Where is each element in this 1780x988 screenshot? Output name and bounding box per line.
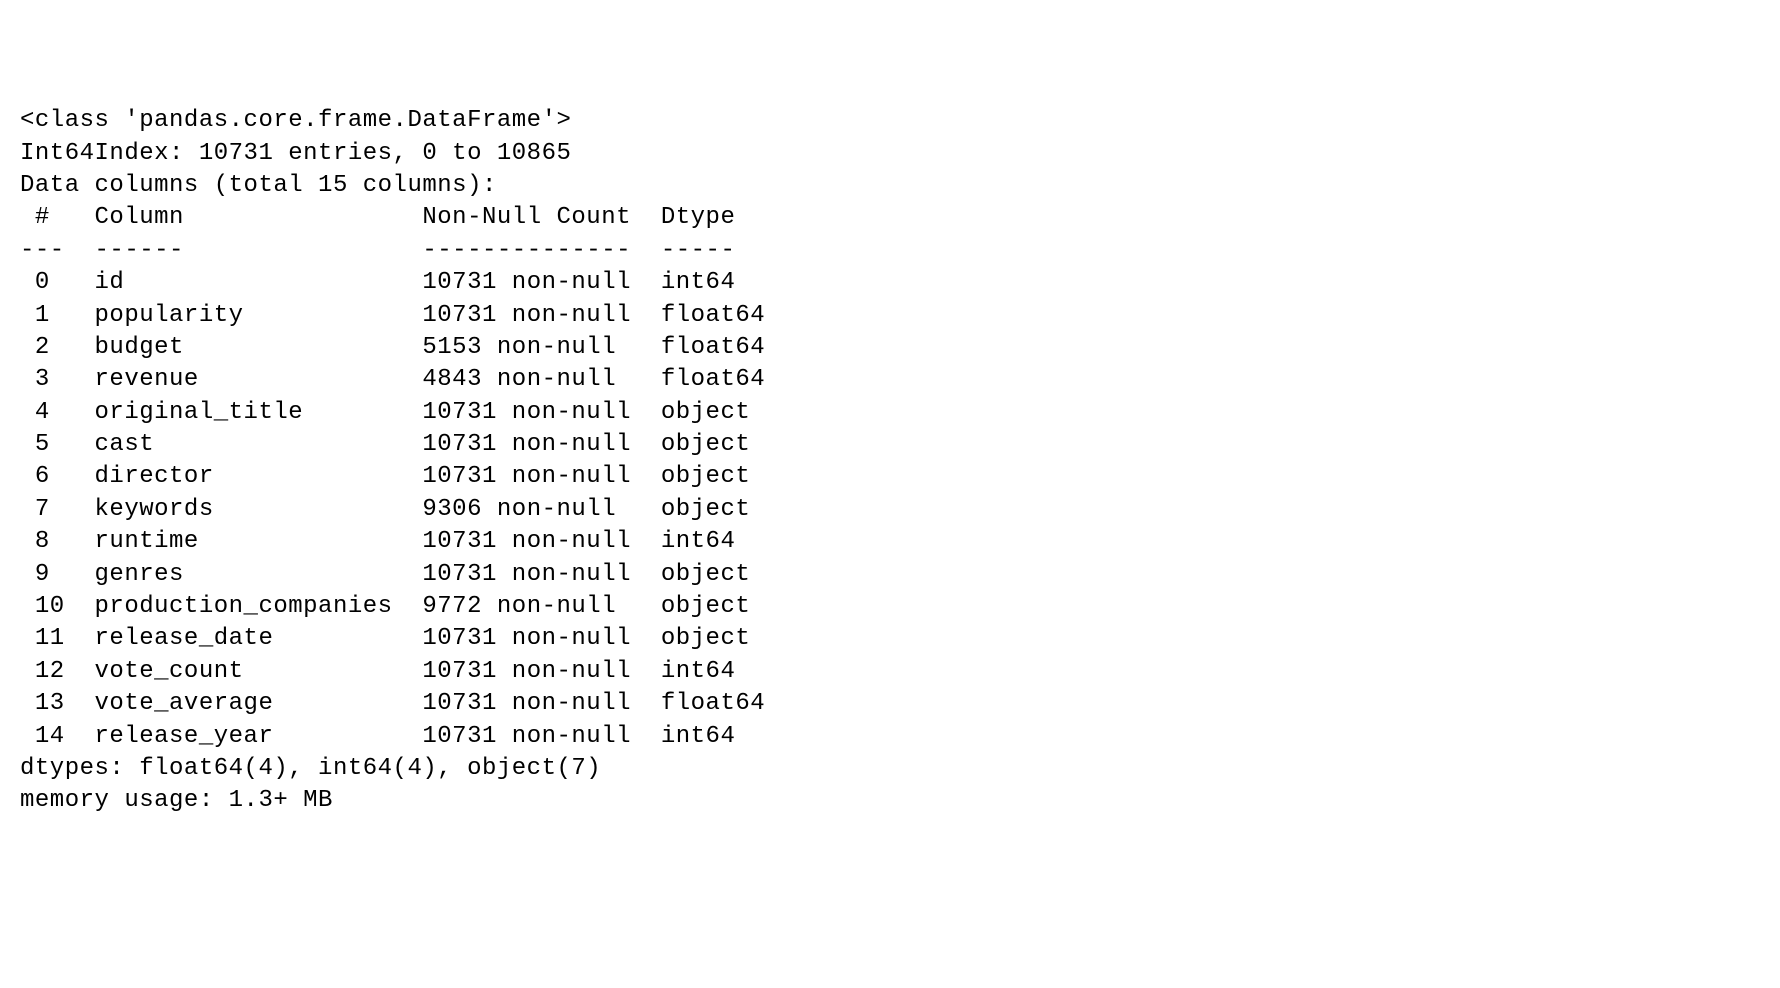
row-dtype: float64 xyxy=(661,334,765,361)
row-nonnull: 10731 non-null xyxy=(422,528,631,555)
row-nonnull: 9306 non-null xyxy=(422,496,631,523)
table-row: 14 release_year 10731 non-null int64 xyxy=(20,723,765,750)
row-dtype: object xyxy=(661,625,765,652)
row-idx: 13 xyxy=(20,690,80,717)
row-idx: 4 xyxy=(20,399,80,426)
row-column: release_date xyxy=(95,625,393,652)
divider-dtype: ----- xyxy=(661,237,765,264)
divider-nonnull: -------------- xyxy=(422,237,631,264)
row-idx: 11 xyxy=(20,625,80,652)
row-idx: 12 xyxy=(20,658,80,685)
table-row: 1 popularity 10731 non-null float64 xyxy=(20,302,765,329)
class-line: <class 'pandas.core.frame.DataFrame'> xyxy=(20,107,571,134)
row-column: release_year xyxy=(95,723,393,750)
row-nonnull: 9772 non-null xyxy=(422,593,631,620)
row-nonnull: 4843 non-null xyxy=(422,366,631,393)
row-idx: 8 xyxy=(20,528,80,555)
row-column: budget xyxy=(95,334,393,361)
table-row: 7 keywords 9306 non-null object xyxy=(20,496,765,523)
row-column: original_title xyxy=(95,399,393,426)
divider-line: --- ------ -------------- ----- xyxy=(20,237,765,264)
row-idx: 3 xyxy=(20,366,80,393)
table-row: 9 genres 10731 non-null object xyxy=(20,561,765,588)
table-row: 10 production_companies 9772 non-null ob… xyxy=(20,593,765,620)
row-dtype: float64 xyxy=(661,302,765,329)
row-column: id xyxy=(95,269,393,296)
row-column: revenue xyxy=(95,366,393,393)
row-nonnull: 10731 non-null xyxy=(422,690,631,717)
row-nonnull: 10731 non-null xyxy=(422,269,631,296)
row-idx: 7 xyxy=(20,496,80,523)
table-row: 0 id 10731 non-null int64 xyxy=(20,269,765,296)
row-dtype: object xyxy=(661,431,765,458)
row-column: runtime xyxy=(95,528,393,555)
divider-column: ------ xyxy=(95,237,393,264)
header-line: # Column Non-Null Count Dtype xyxy=(20,204,765,231)
table-row: 6 director 10731 non-null object xyxy=(20,463,765,490)
row-nonnull: 5153 non-null xyxy=(422,334,631,361)
row-idx: 0 xyxy=(20,269,80,296)
row-dtype: int64 xyxy=(661,723,765,750)
row-column: keywords xyxy=(95,496,393,523)
row-idx: 6 xyxy=(20,463,80,490)
table-row: 8 runtime 10731 non-null int64 xyxy=(20,528,765,555)
row-dtype: int64 xyxy=(661,658,765,685)
row-dtype: int64 xyxy=(661,528,765,555)
table-row: 2 budget 5153 non-null float64 xyxy=(20,334,765,361)
row-column: production_companies xyxy=(95,593,393,620)
header-column: Column xyxy=(95,204,393,231)
row-nonnull: 10731 non-null xyxy=(422,658,631,685)
header-idx: # xyxy=(20,204,80,231)
row-idx: 14 xyxy=(20,723,80,750)
header-dtype: Dtype xyxy=(661,204,765,231)
row-idx: 5 xyxy=(20,431,80,458)
dataframe-info-output: <class 'pandas.core.frame.DataFrame'> In… xyxy=(20,105,1760,818)
row-dtype: object xyxy=(661,399,765,426)
row-nonnull: 10731 non-null xyxy=(422,463,631,490)
row-nonnull: 10731 non-null xyxy=(422,399,631,426)
row-idx: 2 xyxy=(20,334,80,361)
row-nonnull: 10731 non-null xyxy=(422,561,631,588)
memory-usage-line: memory usage: 1.3+ MB xyxy=(20,787,333,814)
table-row: 12 vote_count 10731 non-null int64 xyxy=(20,658,765,685)
row-column: genres xyxy=(95,561,393,588)
index-line: Int64Index: 10731 entries, 0 to 10865 xyxy=(20,140,571,167)
row-dtype: object xyxy=(661,496,765,523)
row-dtype: object xyxy=(661,561,765,588)
columns-total-line: Data columns (total 15 columns): xyxy=(20,172,497,199)
row-column: cast xyxy=(95,431,393,458)
row-idx: 9 xyxy=(20,561,80,588)
divider-idx: --- xyxy=(20,237,80,264)
row-idx: 10 xyxy=(20,593,80,620)
row-dtype: int64 xyxy=(661,269,765,296)
table-row: 4 original_title 10731 non-null object xyxy=(20,399,765,426)
table-row: 3 revenue 4843 non-null float64 xyxy=(20,366,765,393)
row-nonnull: 10731 non-null xyxy=(422,723,631,750)
row-column: vote_average xyxy=(95,690,393,717)
row-column: popularity xyxy=(95,302,393,329)
row-nonnull: 10731 non-null xyxy=(422,625,631,652)
table-row: 13 vote_average 10731 non-null float64 xyxy=(20,690,765,717)
table-row: 11 release_date 10731 non-null object xyxy=(20,625,765,652)
row-idx: 1 xyxy=(20,302,80,329)
row-nonnull: 10731 non-null xyxy=(422,431,631,458)
row-nonnull: 10731 non-null xyxy=(422,302,631,329)
table-row: 5 cast 10731 non-null object xyxy=(20,431,765,458)
row-dtype: float64 xyxy=(661,366,765,393)
row-dtype: object xyxy=(661,593,765,620)
dtypes-summary-line: dtypes: float64(4), int64(4), object(7) xyxy=(20,755,601,782)
row-column: director xyxy=(95,463,393,490)
header-nonnull: Non-Null Count xyxy=(422,204,631,231)
row-dtype: object xyxy=(661,463,765,490)
row-column: vote_count xyxy=(95,658,393,685)
row-dtype: float64 xyxy=(661,690,765,717)
